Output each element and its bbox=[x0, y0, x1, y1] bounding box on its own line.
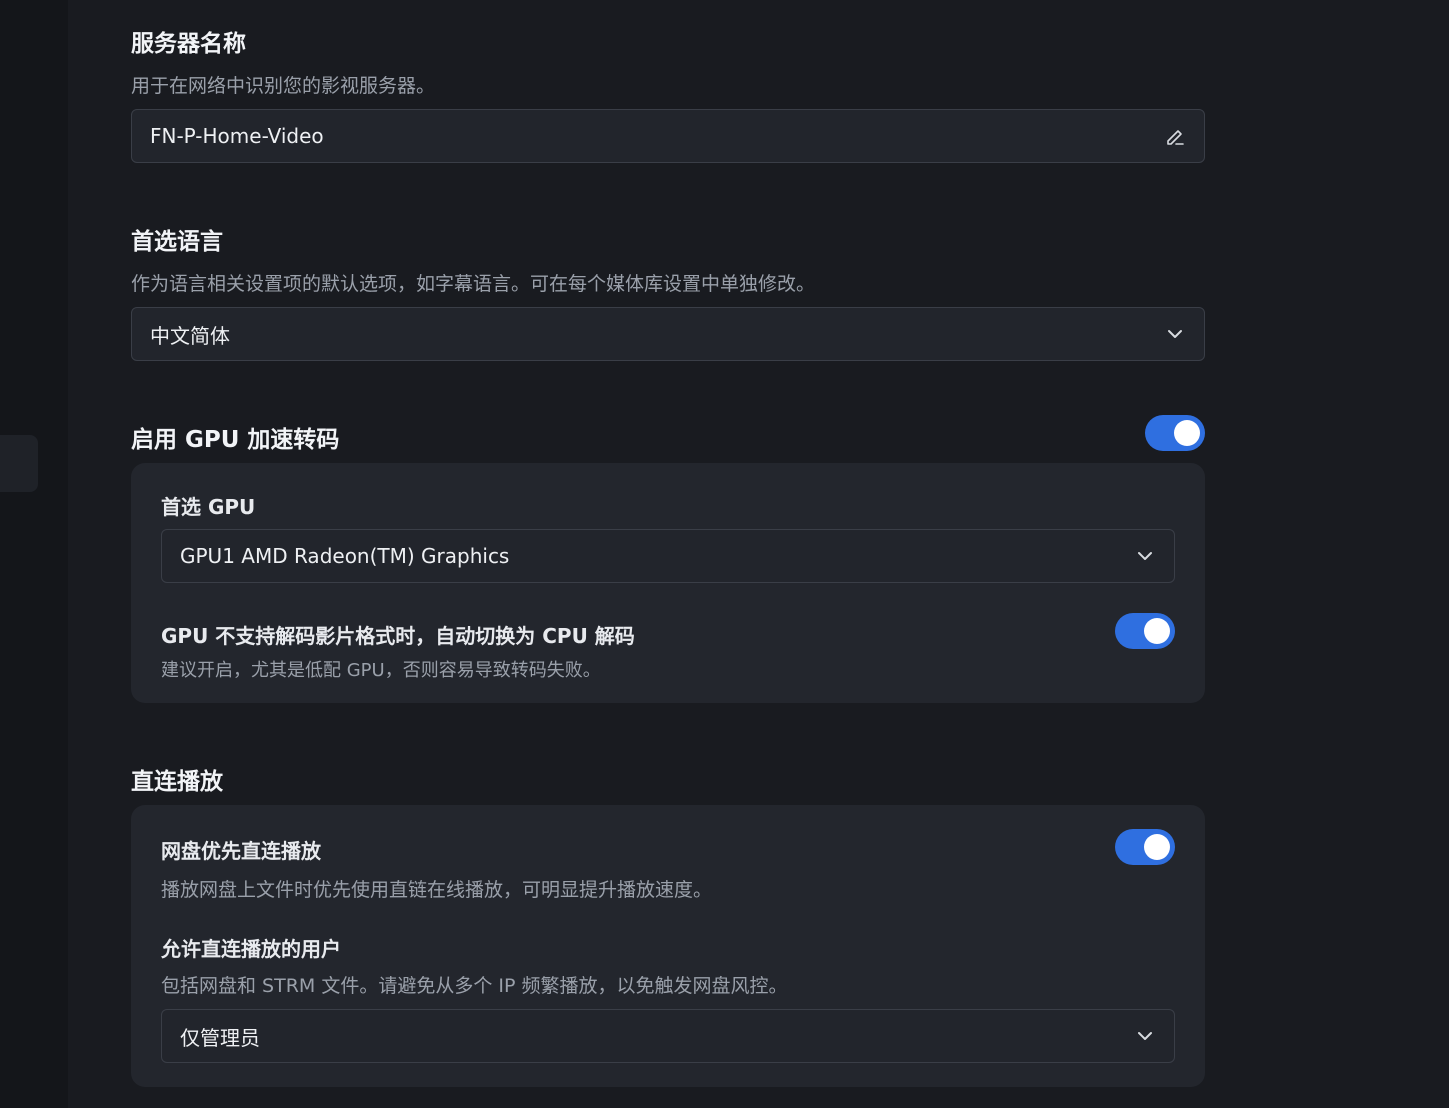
sidebar-active-item[interactable] bbox=[0, 435, 38, 492]
allowed-users-description: 包括网盘和 STRM 文件。请避免从多个 IP 频繁播放，以免触发网盘风控。 bbox=[161, 975, 788, 997]
preferred-gpu-value: GPU1 AMD Radeon(TM) Graphics bbox=[180, 544, 510, 568]
allowed-users-select[interactable]: 仅管理员 bbox=[161, 1009, 1175, 1063]
server-name-value: FN-P-Home-Video bbox=[150, 124, 324, 148]
preferred-gpu-label: 首选 GPU bbox=[161, 495, 256, 519]
cpu-fallback-description: 建议开启，尤其是低配 GPU，否则容易导致转码失败。 bbox=[161, 660, 601, 681]
allowed-users-value: 仅管理员 bbox=[180, 1025, 260, 1050]
direct-play-title: 直连播放 bbox=[131, 769, 223, 795]
preferred-language-select[interactable]: 中文简体 bbox=[131, 307, 1205, 361]
netdisk-direct-play-title: 网盘优先直连播放 bbox=[161, 839, 321, 863]
server-name-title: 服务器名称 bbox=[131, 31, 246, 57]
preferred-language-value: 中文简体 bbox=[150, 323, 230, 348]
cpu-fallback-title: GPU 不支持解码影片格式时，自动切换为 CPU 解码 bbox=[161, 624, 635, 648]
toggle-knob bbox=[1144, 618, 1170, 644]
chevron-down-icon bbox=[1164, 323, 1186, 345]
chevron-down-icon bbox=[1134, 1025, 1156, 1047]
netdisk-direct-play-description: 播放网盘上文件时优先使用直链在线播放，可明显提升播放速度。 bbox=[161, 879, 713, 901]
allowed-users-title: 允许直连播放的用户 bbox=[161, 937, 341, 961]
chevron-down-icon bbox=[1134, 545, 1156, 567]
preferred-gpu-select[interactable]: GPU1 AMD Radeon(TM) Graphics bbox=[161, 529, 1175, 583]
gpu-transcode-toggle[interactable] bbox=[1145, 415, 1205, 451]
server-name-field[interactable]: FN-P-Home-Video bbox=[131, 109, 1205, 163]
direct-play-card: 网盘优先直连播放 播放网盘上文件时优先使用直链在线播放，可明显提升播放速度。 允… bbox=[131, 805, 1205, 1087]
gpu-transcode-title: 启用 GPU 加速转码 bbox=[131, 427, 340, 453]
gpu-settings-card: 首选 GPU GPU1 AMD Radeon(TM) Graphics GPU … bbox=[131, 463, 1205, 703]
pencil-icon[interactable] bbox=[1164, 125, 1186, 147]
preferred-language-title: 首选语言 bbox=[131, 229, 223, 255]
cpu-fallback-toggle[interactable] bbox=[1115, 613, 1175, 649]
netdisk-direct-play-toggle[interactable] bbox=[1115, 829, 1175, 865]
preferred-language-description: 作为语言相关设置项的默认选项，如字幕语言。可在每个媒体库设置中单独修改。 bbox=[131, 273, 816, 295]
toggle-knob bbox=[1144, 834, 1170, 860]
server-name-description: 用于在网络中识别您的影视服务器。 bbox=[131, 75, 436, 97]
sidebar bbox=[0, 0, 68, 1108]
toggle-knob bbox=[1174, 420, 1200, 446]
